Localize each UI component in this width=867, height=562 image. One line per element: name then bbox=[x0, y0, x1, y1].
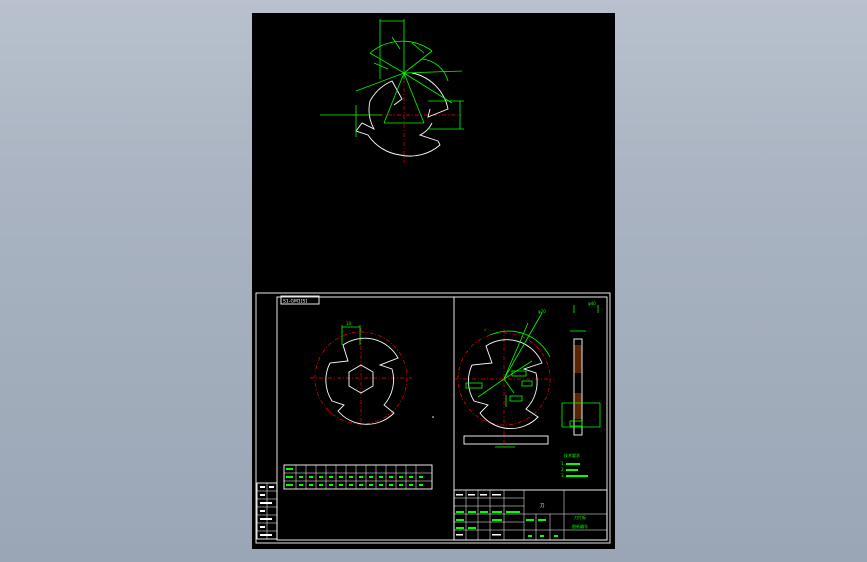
name-cell-1: 刀片板 bbox=[574, 514, 586, 520]
svg-text:φ20: φ20 bbox=[538, 309, 546, 314]
sheet-outer-border bbox=[255, 292, 611, 544]
svg-text:φ40: φ40 bbox=[588, 301, 596, 306]
section-label-text: S1-GM1[S] bbox=[283, 299, 307, 305]
top-detail-view bbox=[320, 19, 464, 163]
tech-requirements: 技术要求 1. 2. 3. bbox=[561, 452, 588, 478]
cad-drawing-sheet[interactable]: S1-GM1[S] 10 φ20 √ φ40 技术要求 1. 2. 3. 刀 刀… bbox=[252, 13, 615, 549]
svg-text:10: 10 bbox=[346, 321, 352, 326]
svg-text:√: √ bbox=[484, 327, 487, 332]
binding-column bbox=[256, 482, 278, 540]
side-section-view: φ40 bbox=[561, 301, 601, 436]
tech-req-heading: 技术要求 bbox=[564, 452, 580, 458]
cutter-front-view: 10 bbox=[310, 321, 412, 428]
svg-text:2.: 2. bbox=[561, 467, 565, 472]
part-name: 刀 bbox=[540, 503, 545, 509]
cutter-detail-view: φ20 √ bbox=[454, 309, 554, 430]
parameter-table bbox=[283, 464, 433, 490]
name-cell-2: 图纸编号 bbox=[572, 523, 588, 529]
sheet-inner-border bbox=[276, 296, 608, 541]
disc-outline bbox=[325, 337, 399, 425]
flat-bar-view bbox=[463, 431, 549, 449]
svg-text:1.: 1. bbox=[561, 461, 565, 466]
svg-text:3.: 3. bbox=[561, 473, 565, 478]
title-block: 刀 刀片板 图纸编号 bbox=[453, 489, 608, 541]
